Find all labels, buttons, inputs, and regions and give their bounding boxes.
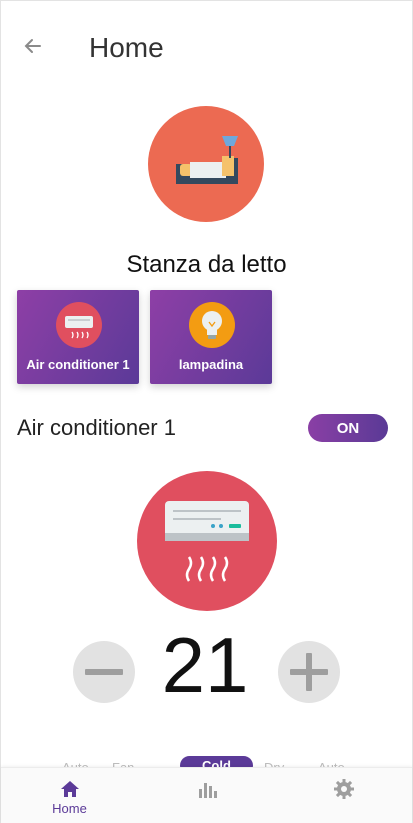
nav-stats[interactable] xyxy=(138,768,275,823)
selected-device-name: Air conditioner 1 xyxy=(17,415,176,440)
air-conditioner-icon xyxy=(137,471,277,611)
app-header: Home xyxy=(0,22,413,78)
nav-settings[interactable] xyxy=(275,768,412,823)
plus-icon xyxy=(290,653,328,691)
bar-chart-icon xyxy=(199,783,217,798)
device-card-label: Air conditioner 1 xyxy=(26,357,130,372)
back-button[interactable] xyxy=(19,32,47,60)
arrow-left-icon xyxy=(24,39,41,53)
bottom-navigation: Home xyxy=(1,767,412,823)
device-card-air-conditioner[interactable]: Air conditioner 1 xyxy=(17,290,139,384)
bedroom-icon xyxy=(148,106,264,222)
gear-icon xyxy=(334,779,354,799)
nav-home-label: Home xyxy=(52,801,87,816)
power-toggle[interactable]: ON xyxy=(308,414,388,442)
increase-temperature-button[interactable] xyxy=(278,641,340,703)
nav-home[interactable]: Home xyxy=(1,768,138,823)
device-card-lampadina[interactable]: lampadina xyxy=(150,290,272,384)
minus-icon xyxy=(85,669,123,675)
lightbulb-icon xyxy=(189,302,235,348)
page-title: Home xyxy=(89,32,164,63)
air-conditioner-icon xyxy=(56,302,102,348)
temperature-value: 21 xyxy=(161,621,249,709)
room-name: Stanza da letto xyxy=(126,251,287,278)
device-card-label: lampadina xyxy=(178,357,244,372)
decrease-temperature-button[interactable] xyxy=(73,641,135,703)
home-icon xyxy=(61,781,79,797)
